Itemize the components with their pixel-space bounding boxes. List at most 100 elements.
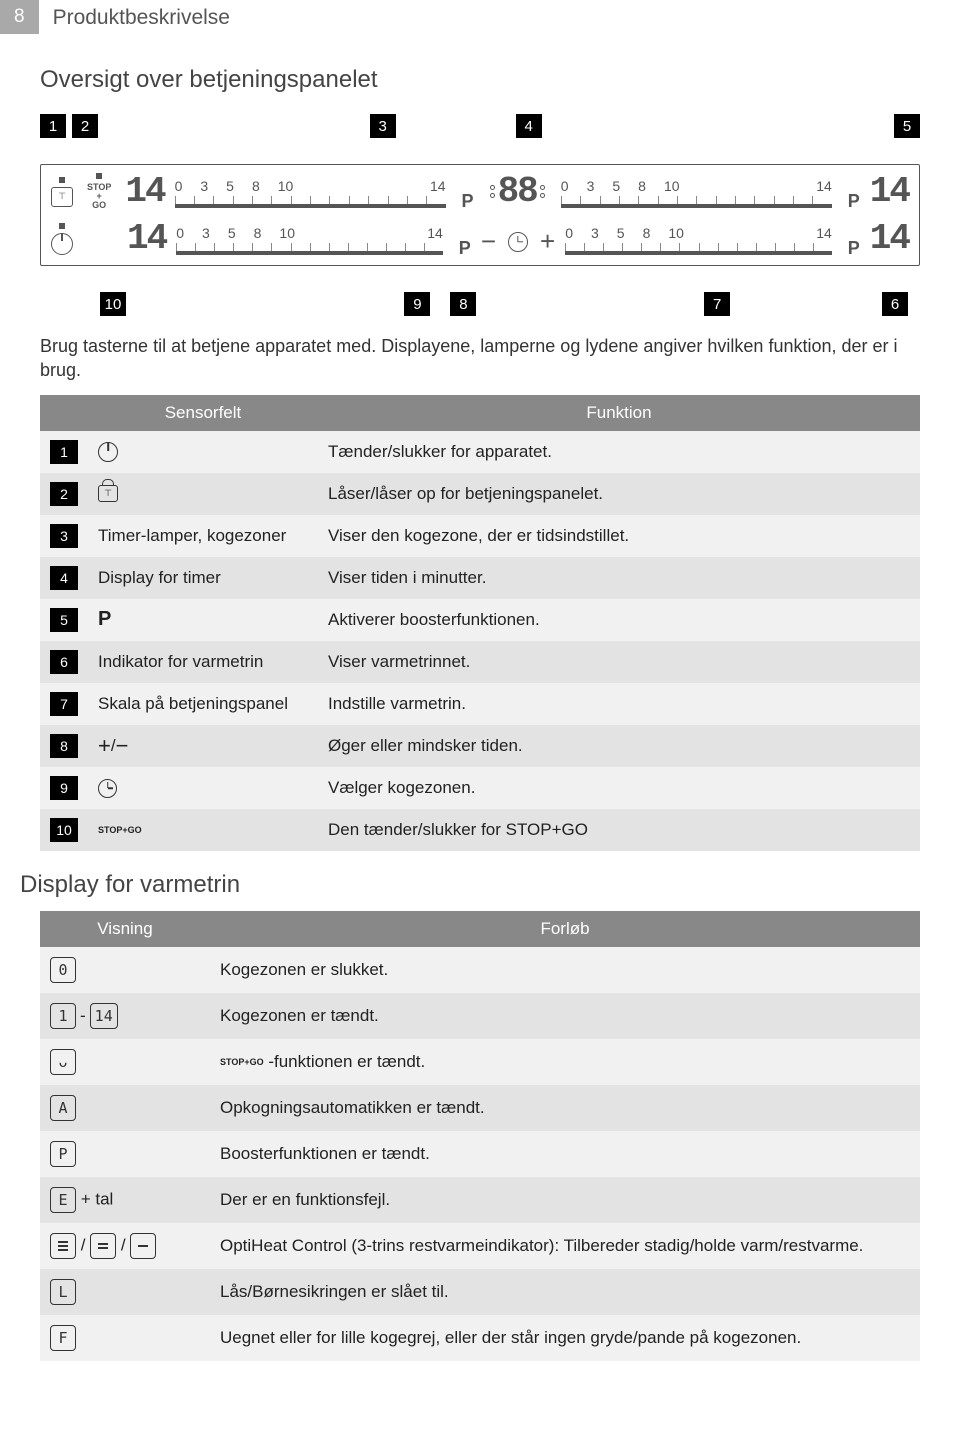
callout-5: 5 <box>894 114 920 138</box>
forlob-cell: Uegnet eller for lille kogegrej, eller d… <box>210 1315 920 1361</box>
row-number: 7 <box>50 692 78 716</box>
table-row: 4 Display for timerViser tiden i minutter… <box>40 557 920 599</box>
control-panel-diagram: 1 2 3 4 5 ⊤ STOP + GO <box>40 114 920 316</box>
table-row: AOpkogningsautomatikken er tændt. <box>40 1085 920 1131</box>
th-funktion: Funktion <box>318 395 920 431</box>
visning-cell: P <box>40 1131 210 1177</box>
disp-bars2 <box>90 1233 116 1259</box>
table-row: 5P Aktiverer boosterfunktionen. <box>40 599 920 641</box>
sensor-cell: Skala på betjeningspanel <box>88 683 318 725</box>
row-number: 4 <box>50 566 78 590</box>
sensor-function-table: Sensorfelt Funktion 1 Tænder/slukker for … <box>40 395 920 851</box>
disp-bars3 <box>50 1233 76 1259</box>
function-cell: Øger eller mindsker tiden. <box>318 725 920 767</box>
function-cell: Indstille varmetrin. <box>318 683 920 725</box>
row-number: 3 <box>50 524 78 548</box>
plus-icon: + <box>540 226 555 257</box>
scale-bot-right: 03 58 1014 <box>565 223 832 255</box>
sensor-cell: + / − <box>88 725 318 767</box>
scale-bot-left: 03 58 1014 <box>176 223 443 255</box>
function-cell: Tænder/slukker for apparatet. <box>318 431 920 473</box>
lock-mini-icon: ⊤ <box>51 187 73 207</box>
row-number: 5 <box>50 608 78 632</box>
callout-9: 9 <box>404 292 430 316</box>
forlob-cell: Kogezonen er tændt. <box>210 993 920 1039</box>
forlob-cell: STOP+GO -funktionen er tændt. <box>210 1039 920 1085</box>
timer-controls: − + <box>481 226 555 257</box>
booster-p-icon: P <box>98 608 111 631</box>
page-number: 8 <box>0 0 39 34</box>
visning-cell: F <box>40 1315 210 1361</box>
seg-display-left-top: 14 <box>125 171 164 212</box>
disp-14: 14 <box>90 1003 118 1029</box>
forlob-cell: Kogezonen er slukket. <box>210 947 920 993</box>
p-indicator: P <box>462 191 474 212</box>
disp-bars1 <box>130 1233 156 1259</box>
forlob-cell: Der er en funktionsfejl. <box>210 1177 920 1223</box>
callout-10: 10 <box>100 292 126 316</box>
page-header: 8 Produktbeskrivelse <box>0 0 960 36</box>
function-cell: Vælger kogezonen. <box>318 767 920 809</box>
disp-1: 1 <box>50 1003 76 1029</box>
callout-6: 6 <box>882 292 908 316</box>
clock-icon <box>508 232 528 252</box>
callout-2: 2 <box>72 114 98 138</box>
function-cell: Viser varmetrinnet. <box>318 641 920 683</box>
disp-p: P <box>50 1141 76 1167</box>
th-forlob: Forløb <box>210 911 920 947</box>
disp-f: F <box>50 1325 76 1351</box>
display-meaning-table: Visning Forløb 0Kogezonen er slukket.1-1… <box>40 911 920 1361</box>
forlob-cell: OptiHeat Control (3-trins restvarmeindik… <box>210 1223 920 1269</box>
row-number: 8 <box>50 734 78 758</box>
table-row: PBoosterfunktionen er tændt. <box>40 1131 920 1177</box>
table-row: 10STOP+GODen tænder/slukker for STOP+GO <box>40 809 920 851</box>
table-row: 8 + / − Øger eller mindsker tiden. <box>40 725 920 767</box>
sensor-cell <box>88 431 318 473</box>
row-number: 1 <box>50 440 78 464</box>
clock-icon <box>98 779 117 798</box>
callout-1: 1 <box>40 114 66 138</box>
disp-e: E <box>50 1187 76 1213</box>
table-row: 1-14Kogezonen er tændt. <box>40 993 920 1039</box>
intro-paragraph: Brug tasterne til at betjene apparatet m… <box>40 334 920 383</box>
function-cell: Viser tiden i minutter. <box>318 557 920 599</box>
visning-cell: 0 <box>40 947 210 993</box>
sensor-cell: ⊤ <box>88 473 318 515</box>
callout-3: 3 <box>370 114 396 138</box>
power-icon <box>98 442 118 462</box>
visning-cell: A <box>40 1085 210 1131</box>
visning-cell: / / <box>40 1223 210 1269</box>
table-row: 6Indikator for varmetrinViser varmetrinn… <box>40 641 920 683</box>
visning-cell: E + tal <box>40 1177 210 1223</box>
plus-minus-icon: + / − <box>98 736 128 756</box>
seg-display-right-top: 14 <box>870 171 909 212</box>
seg-display-right-bot: 14 <box>870 218 909 259</box>
function-cell: Aktiverer boosterfunktionen. <box>318 599 920 641</box>
table-row: 1 Tænder/slukker for apparatet. <box>40 431 920 473</box>
disp-0: 0 <box>50 957 76 983</box>
table-row: F Uegnet eller for lille kogegrej, eller … <box>40 1315 920 1361</box>
visning-cell: L <box>40 1269 210 1315</box>
row-number: 9 <box>50 776 78 800</box>
th-sensorfelt: Sensorfelt <box>88 395 318 431</box>
table-row: 2⊤Låser/låser op for betjeningspanelet. <box>40 473 920 515</box>
visning-cell: 1-14 <box>40 993 210 1039</box>
table-row: L Lås/Børnesikringen er slået til. <box>40 1269 920 1315</box>
stopgo-icon: STOP+GO <box>98 826 142 835</box>
table-row: 0 Kogezonen er slukket. <box>40 947 920 993</box>
callout-7: 7 <box>704 292 730 316</box>
sensor-cell: STOP+GO <box>88 809 318 851</box>
table-row: E + talDer er en funktionsfejl. <box>40 1177 920 1223</box>
stopgo-icon: STOP+GO <box>220 1058 264 1067</box>
function-cell: Den tænder/slukker for STOP+GO <box>318 809 920 851</box>
panel-frame: ⊤ STOP + GO 14 03 58 1014 P <box>40 164 920 266</box>
forlob-cell: Lås/Børnesikringen er slået til. <box>210 1269 920 1315</box>
chapter-title: Produktbeskrivelse <box>39 0 244 36</box>
visning-cell: ᴗ <box>40 1039 210 1085</box>
seg-display-left-bot: 14 <box>127 218 166 259</box>
timer-display: 88 <box>490 171 545 212</box>
forlob-cell: Opkogningsautomatikken er tændt. <box>210 1085 920 1131</box>
disp-l: L <box>50 1279 76 1305</box>
disp-u: ᴗ <box>50 1049 76 1075</box>
sensor-cell: Display for timer <box>88 557 318 599</box>
